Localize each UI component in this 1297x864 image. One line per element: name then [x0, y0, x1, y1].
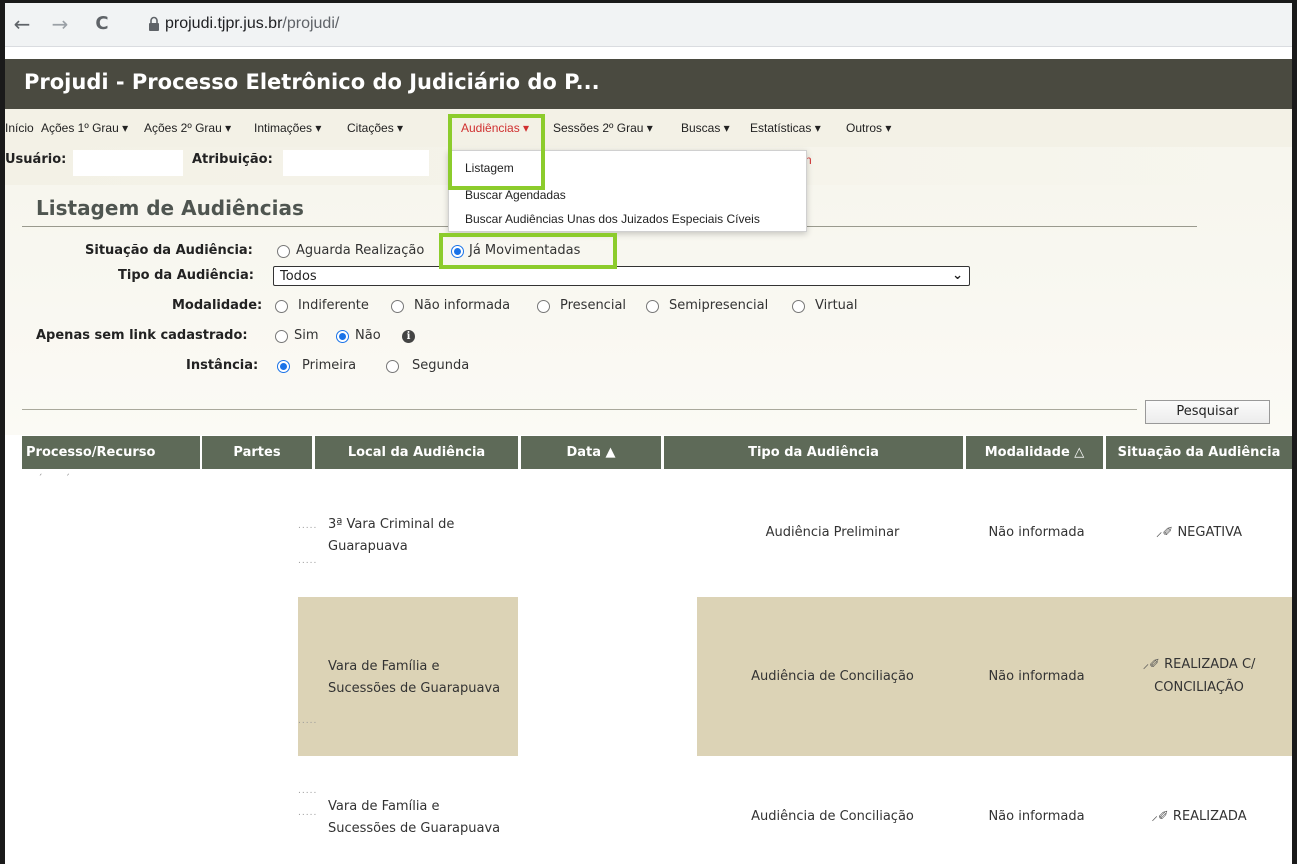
row3-local-line1: Vara de Família e: [328, 799, 440, 814]
row2-situacao-text: REALIZADA C/: [1164, 657, 1256, 672]
option-aguarda-realizacao[interactable]: Aguarda Realização: [296, 243, 424, 258]
highlight-ja-movimentadas: [439, 233, 617, 269]
dropdown-buscar-audiencias-unas[interactable]: Buscar Audiências Unas dos Juizados Espe…: [465, 212, 760, 226]
back-arrow-icon[interactable]: ←: [9, 11, 35, 37]
radio-indiferente[interactable]: [275, 300, 288, 313]
tipo-audiencia-value: Todos: [280, 269, 317, 284]
menu-citacoes[interactable]: Citações ▾: [347, 121, 403, 135]
menu-estatisticas[interactable]: Estatísticas ▾: [750, 121, 821, 135]
row2-local-line2: Sucessões de Guarapuava: [328, 681, 501, 696]
app-title: Projudi - Processo Eletrônico do Judiciá…: [24, 70, 600, 94]
truncated-row-marks: ´ ´: [38, 474, 70, 484]
forward-arrow-icon[interactable]: →: [47, 11, 73, 37]
row3-situacao-text: REALIZADA: [1172, 809, 1247, 824]
row1-dots: .....: [298, 521, 318, 531]
browser-toolbar: ← → C projudi.tjpr.jus.br/projudi/: [5, 3, 1292, 47]
row2-tipo: Audiência de Conciliação: [751, 669, 914, 684]
col-situacao-audiencia[interactable]: Situação da Audiência: [1106, 436, 1292, 469]
pesquisar-button[interactable]: Pesquisar: [1145, 400, 1270, 424]
usuario-value-box: [73, 150, 183, 176]
radio-sim[interactable]: [275, 330, 288, 343]
menu-sessoes-2-grau[interactable]: Sessões 2º Grau ▾: [553, 121, 653, 135]
page-title: Listagem de Audiências: [36, 196, 304, 220]
instancia-label: Instância:: [186, 358, 259, 373]
option-semipresencial[interactable]: Semipresencial: [669, 298, 768, 313]
option-indiferente[interactable]: Indiferente: [298, 298, 369, 313]
radio-segunda[interactable]: [386, 360, 399, 373]
reload-icon[interactable]: C: [89, 11, 115, 37]
row1-situacao: ⸝✐ NEGATIVA: [1106, 522, 1292, 544]
row2-situacao-line2: CONCILIAÇÃO: [1154, 680, 1244, 695]
row1-tipo: Audiência Preliminar: [765, 525, 900, 540]
option-sim[interactable]: Sim: [294, 328, 319, 343]
radio-aguarda-realizacao[interactable]: [277, 245, 290, 258]
option-segunda[interactable]: Segunda: [412, 358, 469, 373]
atribuicao-label: Atribuição:: [192, 152, 273, 167]
row3-tipo: Audiência de Conciliação: [751, 809, 914, 824]
dropdown-buscar-agendadas[interactable]: Buscar Agendadas: [465, 188, 566, 202]
menu-acoes-2-grau[interactable]: Ações 2º Grau ▾: [144, 121, 231, 135]
usuario-label: Usuário:: [5, 152, 67, 167]
menu-inicio[interactable]: Início: [5, 121, 34, 135]
search-divider: [22, 409, 1137, 410]
row1-dots-2: .....: [298, 556, 318, 566]
row3-dots: .....: [298, 786, 318, 796]
address-bar-url[interactable]: projudi.tjpr.jus.br/projudi/: [165, 15, 339, 33]
window-frame-right: [1292, 0, 1297, 864]
menu-intimacoes[interactable]: Intimações ▾: [254, 121, 321, 135]
pencil-icon[interactable]: ⸝✐: [1151, 809, 1168, 824]
lock-icon: [149, 16, 159, 31]
tipo-label: Tipo da Audiência:: [118, 268, 254, 283]
radio-nao-informada[interactable]: [391, 300, 404, 313]
radio-semipresencial[interactable]: [646, 300, 659, 313]
menu-outros[interactable]: Outros ▾: [846, 121, 891, 135]
col-processo-recurso[interactable]: Processo/Recurso: [22, 436, 200, 469]
row2-local-line1: Vara de Família e: [328, 659, 440, 674]
row2-situacao: ⸝✐ REALIZADA C/: [1106, 654, 1292, 676]
modalidade-label: Modalidade:: [172, 298, 263, 313]
row3-situacao: ⸝✐ REALIZADA: [1106, 806, 1292, 828]
info-icon[interactable]: i: [402, 330, 415, 343]
row3-local-line2: Sucessões de Guarapuava: [328, 821, 501, 836]
radio-presencial[interactable]: [537, 300, 550, 313]
row1-situacao-text: NEGATIVA: [1177, 525, 1243, 540]
radio-nao[interactable]: [336, 330, 349, 343]
col-data[interactable]: Data ▲: [521, 436, 661, 469]
row2-modalidade: Não informada: [988, 669, 1085, 684]
menu-buscas[interactable]: Buscas ▾: [681, 121, 730, 135]
option-primeira[interactable]: Primeira: [302, 358, 356, 373]
row1-local-line1: 3ª Vara Criminal de: [328, 517, 455, 532]
row3-dots-2: .....: [298, 808, 318, 818]
col-tipo-audiencia[interactable]: Tipo da Audiência: [664, 436, 963, 469]
row1-local-line2: Guarapuava: [328, 539, 408, 554]
row3-modalidade: Não informada: [988, 809, 1085, 824]
menu-acoes-1-grau[interactable]: Ações 1º Grau ▾: [41, 121, 128, 135]
col-local-audiencia[interactable]: Local da Audiência: [315, 436, 518, 469]
radio-virtual[interactable]: [792, 300, 805, 313]
option-virtual[interactable]: Virtual: [815, 298, 857, 313]
url-host: projudi.tjpr.jus.br: [165, 15, 283, 32]
highlight-audiencias-menu: [448, 114, 545, 190]
col-modalidade[interactable]: Modalidade △: [966, 436, 1103, 469]
sem-link-label: Apenas sem link cadastrado:: [36, 328, 248, 343]
option-presencial[interactable]: Presencial: [560, 298, 626, 313]
pencil-icon[interactable]: ⸝✐: [1143, 657, 1160, 672]
option-nao-informada[interactable]: Não informada: [414, 298, 510, 313]
app-header: Projudi - Processo Eletrônico do Judiciá…: [5, 59, 1292, 109]
tipo-audiencia-select[interactable]: Todos ⌄: [273, 266, 970, 286]
situacao-label: Situação da Audiência:: [85, 243, 253, 258]
row1-modalidade: Não informada: [988, 525, 1085, 540]
pencil-icon[interactable]: ⸝✐: [1156, 525, 1173, 540]
atribuicao-value-box: [283, 150, 429, 176]
option-nao[interactable]: Não: [355, 328, 381, 343]
chevron-down-icon: ⌄: [952, 268, 963, 283]
col-partes[interactable]: Partes: [202, 436, 312, 469]
row2-dots: .....: [298, 716, 318, 726]
radio-primeira[interactable]: [277, 360, 290, 373]
url-path: /projudi/: [282, 15, 340, 32]
